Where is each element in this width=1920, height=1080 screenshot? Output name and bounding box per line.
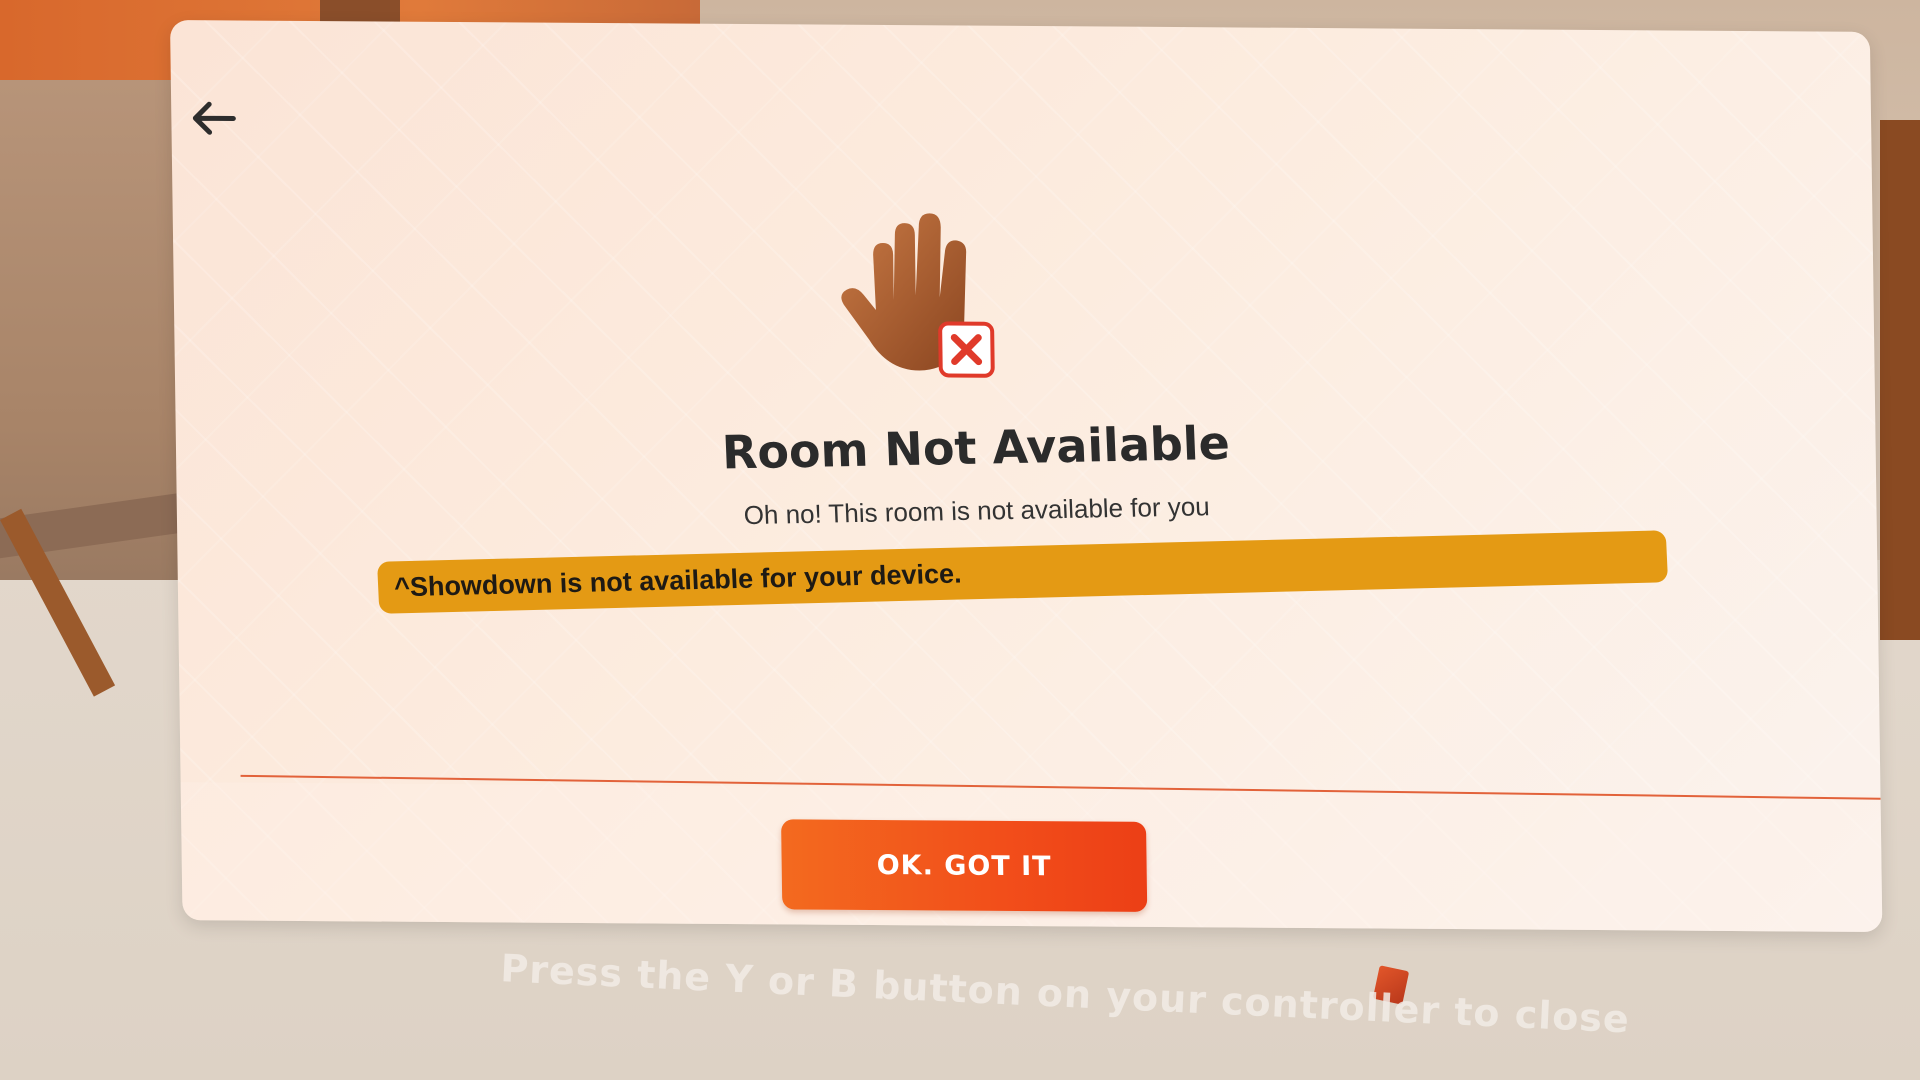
vr-scene: Room Not Available Oh no! This room is n… bbox=[0, 0, 1920, 1080]
arrow-left-icon bbox=[189, 98, 238, 142]
warning-text: ^Showdown is not available for your devi… bbox=[393, 558, 963, 602]
warning-banner: ^Showdown is not available for your devi… bbox=[377, 530, 1669, 614]
hand-stop-icon bbox=[841, 213, 995, 378]
back-button[interactable] bbox=[183, 90, 244, 150]
hand-stop-illustration bbox=[832, 205, 1004, 386]
dialog-subtitle: Oh no! This room is not available for yo… bbox=[743, 491, 1211, 531]
ok-button-label: OK. GOT IT bbox=[876, 849, 1052, 882]
ok-got-it-button[interactable]: OK. GOT IT bbox=[781, 819, 1148, 912]
close-icon bbox=[938, 321, 995, 378]
dialog-title: Room Not Available bbox=[720, 415, 1231, 480]
room-not-available-dialog: Room Not Available Oh no! This room is n… bbox=[170, 20, 1883, 933]
furniture-post bbox=[1880, 120, 1920, 640]
